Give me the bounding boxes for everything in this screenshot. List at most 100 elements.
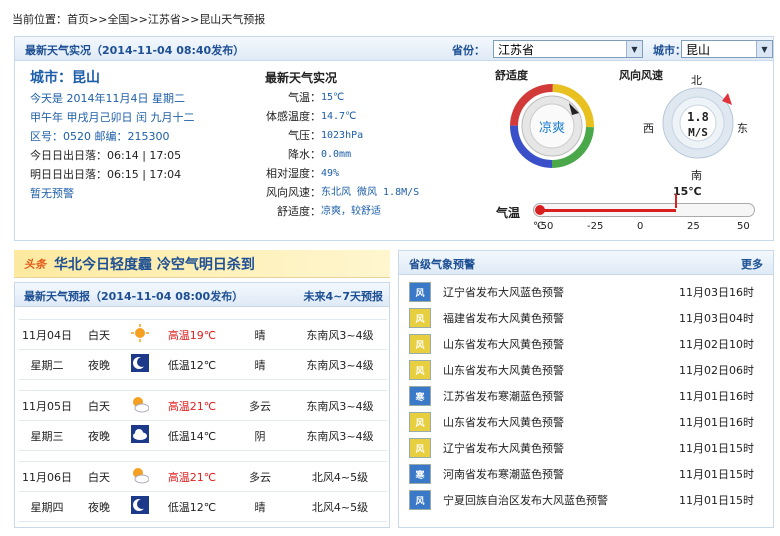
wind-speed: 1.8 <box>687 110 709 124</box>
obs-row: 舒适度： 凉爽，较舒适 <box>215 202 445 221</box>
headline-bar: 头条 华北今日轻度霾 冷空气明日杀到 <box>14 250 390 278</box>
forecast-temp: 高温21℃ <box>157 461 227 492</box>
city-info: 城市：昆山 今天是 2014年11月4日 星期二 甲午年 甲戌月己卯日 闰 九月… <box>30 67 195 203</box>
forecast-period: 夜晚 <box>75 420 123 451</box>
warning-time: 11月01日15时 <box>679 494 754 507</box>
suncloud-icon <box>123 390 157 421</box>
flag-icon: 风 <box>409 282 431 302</box>
area-codes: 区号：0520 邮编：215300 <box>30 130 170 143</box>
warning-item[interactable]: 风山东省发布大风黄色预警 11月02日06时 <box>399 357 773 383</box>
warning-item[interactable]: 风辽宁省发布大风黄色预警 11月01日15时 <box>399 435 773 461</box>
flag-icon: 风 <box>409 438 431 458</box>
realtime-panel: 最新天气实况（2014-11-04 08:40发布） 省份： 江苏省 ▼ 城市： … <box>14 36 774 241</box>
sun-tomorrow: 明日日出日落：06:15 | 17:04 <box>30 168 182 181</box>
forecast-panel: 最新天气预报（2014-11-04 08:00发布） 未来4~7天预报 11月0… <box>14 282 390 528</box>
chevron-down-icon: ▼ <box>626 41 642 57</box>
forecast-temp: 高温21℃ <box>157 390 227 421</box>
warning-link[interactable]: 山东省发布大风黄色预警 <box>443 362 679 378</box>
warning-time: 11月01日16时 <box>679 416 754 429</box>
forecast-weather: 多云 <box>227 461 293 492</box>
thermometer-icon: 寒 <box>409 464 431 484</box>
warning-link[interactable]: 宁夏回族自治区发布大风蓝色预警 <box>443 492 679 508</box>
obs-key: 气温： <box>288 91 321 104</box>
city-name: 城市：昆山 <box>30 70 100 86</box>
obs-key: 体感温度： <box>266 110 321 123</box>
today-date: 今天是 2014年11月4日 星期二 <box>30 92 185 105</box>
forecast-wind: 北风4~5级 <box>293 491 387 522</box>
forecast-row: 星期四 夜晚 低温12℃ 晴北风4~5级 <box>19 491 387 522</box>
flag-icon: 风 <box>409 334 431 354</box>
forecast-title: 最新天气预报（2014-11-04 08:00发布） <box>24 290 244 303</box>
cloud-icon <box>123 420 157 451</box>
obs-title: 最新天气实况 <box>265 71 338 85</box>
moon-icon <box>123 349 157 380</box>
warnings-more-link[interactable]: 更多 <box>741 256 763 272</box>
realtime-header: 最新天气实况（2014-11-04 08:40发布） 省份： 江苏省 ▼ 城市： … <box>15 37 773 61</box>
flag-icon: 风 <box>409 360 431 380</box>
breadcrumb-country-link[interactable]: 全国 <box>107 13 129 26</box>
obs-row: 降水： 0.0mm <box>215 145 445 164</box>
warning-link[interactable]: 山东省发布大风黄色预警 <box>443 414 679 430</box>
wind-south: 南 <box>691 169 702 182</box>
obs-row: 气温： 15℃ <box>215 88 445 107</box>
obs-value: 0.0mm <box>321 149 352 160</box>
forecast-period: 白天 <box>75 390 123 421</box>
forecast-weather: 晴 <box>227 319 293 350</box>
forecast-weather: 晴 <box>227 491 293 522</box>
forecast-row: 星期二 夜晚 低温12℃ 晴东南风3~4级 <box>19 349 387 380</box>
province-select[interactable]: 江苏省 ▼ <box>493 40 643 58</box>
obs-value: 东北风 微风 1.8M/S <box>321 187 420 198</box>
breadcrumb-current: 昆山天气预报 <box>199 13 266 26</box>
warning-item[interactable]: 寒江苏省发布寒潮蓝色预警 11月01日16时 <box>399 383 773 409</box>
thermometer <box>533 203 755 217</box>
obs-key: 相对湿度： <box>266 167 321 180</box>
obs-key: 气压： <box>288 129 321 142</box>
warnings-title: 省级气象预警 <box>409 258 475 271</box>
obs-value: 15℃ <box>321 92 345 103</box>
warning-time: 11月01日15时 <box>679 442 754 455</box>
warnings-header: 省级气象预警 更多 <box>399 251 773 275</box>
province-label: 省份： <box>452 44 485 57</box>
warning-item[interactable]: 寒河南省发布寒潮蓝色预警 11月01日15时 <box>399 461 773 487</box>
warning-item[interactable]: 风山东省发布大风黄色预警 11月01日16时 <box>399 409 773 435</box>
flag-icon: 风 <box>409 308 431 328</box>
forecast-date: 11月06日 <box>19 461 75 492</box>
warning-link[interactable]: 江苏省发布寒潮蓝色预警 <box>443 388 679 404</box>
warning-item[interactable]: 风辽宁省发布大风蓝色预警 11月03日16时 <box>399 279 773 305</box>
obs-value: 1023hPa <box>321 130 364 141</box>
warning-link[interactable]: 辽宁省发布大风黄色预警 <box>443 440 679 456</box>
warning-link[interactable]: 河南省发布寒潮蓝色预警 <box>443 466 679 482</box>
headline-tag: 头条 <box>24 257 46 271</box>
chevron-down-icon: ▼ <box>756 41 772 57</box>
forecast-wind: 东南风3~4级 <box>293 349 387 380</box>
forecast-day: 11月04日 白天 高温19℃ 晴东南风3~4级 星期二 夜晚 低温12℃ 晴东南风3~4级 <box>19 319 387 380</box>
warnings-panel: 省级气象预警 更多 风辽宁省发布大风蓝色预警 11月03日16时风福建省发布大风黄… <box>398 250 774 528</box>
warning-time: 11月03日16时 <box>679 286 754 299</box>
warning-item[interactable]: 风福建省发布大风黄色预警 11月03日04时 <box>399 305 773 331</box>
forecast-wind: 东南风3~4级 <box>293 319 387 350</box>
forecast-more-link[interactable]: 未来4~7天预报 <box>303 288 383 304</box>
warning-item[interactable]: 风山东省发布大风黄色预警 11月02日10时 <box>399 331 773 357</box>
forecast-date: 11月05日 <box>19 390 75 421</box>
forecast-row: 11月04日 白天 高温19℃ 晴东南风3~4级 <box>19 319 387 350</box>
warning-item[interactable]: 风宁夏回族自治区发布大风蓝色预警 11月01日15时 <box>399 487 773 513</box>
forecast-period: 夜晚 <box>75 349 123 380</box>
temp-tick-label: 25 <box>687 221 700 232</box>
warning-link[interactable]: 辽宁省发布大风蓝色预警 <box>443 284 679 300</box>
forecast-temp: 高温19℃ <box>157 319 227 350</box>
lunar-date: 甲午年 甲戌月己卯日 闰 九月十二 <box>30 111 195 124</box>
headline-link[interactable]: 华北今日轻度霾 冷空气明日杀到 <box>54 254 255 274</box>
warning-link[interactable]: 福建省发布大风黄色预警 <box>443 310 679 326</box>
obs-key: 降水： <box>288 148 321 161</box>
warning-link[interactable]: 山东省发布大风黄色预警 <box>443 336 679 352</box>
breadcrumb-home-link[interactable]: 首页 <box>67 13 89 26</box>
wind-title: 风向风速 <box>619 69 663 82</box>
forecast-date: 11月04日 <box>19 319 75 350</box>
city-select[interactable]: 昆山 ▼ <box>681 40 773 58</box>
temp-marker <box>675 194 677 208</box>
breadcrumb: 当前位置：首页>>全国>>江苏省>>昆山天气预报 <box>12 13 266 26</box>
alert-status[interactable]: 暂无预警 <box>30 184 195 203</box>
forecast-body: 11月04日 白天 高温19℃ 晴东南风3~4级 星期二 夜晚 低温12℃ 晴东南风3~4级 1… <box>15 307 389 522</box>
flag-icon: 风 <box>409 490 431 510</box>
breadcrumb-province-link[interactable]: 江苏省 <box>148 13 181 26</box>
